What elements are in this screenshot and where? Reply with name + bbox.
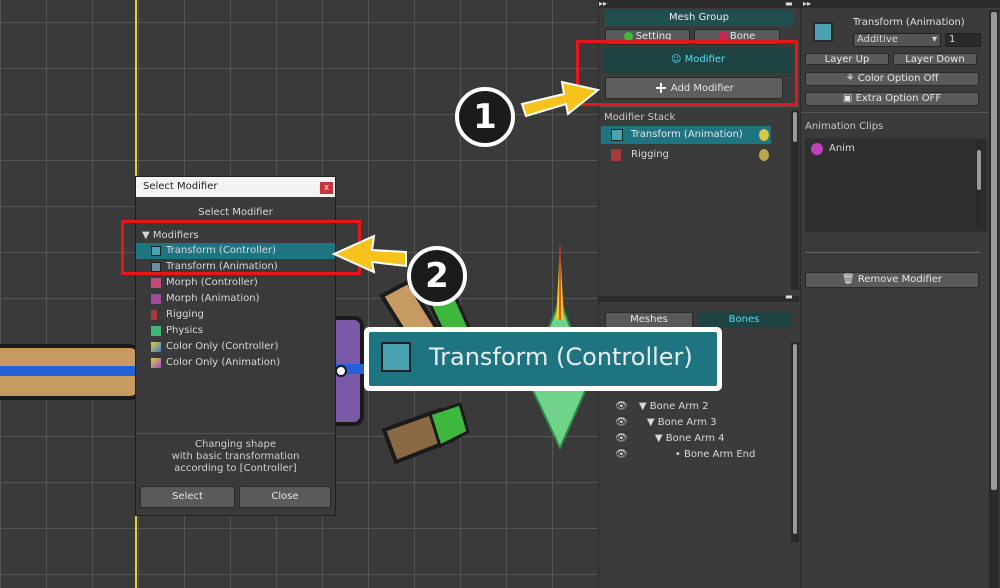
step-number-1: 1 [455, 87, 515, 147]
callout-arrows [331, 80, 601, 274]
arrow-1 [520, 80, 601, 118]
transform-icon [381, 342, 411, 372]
zoom-callout-inner: Transform (Controller) [369, 332, 717, 386]
zoom-callout: Transform (Controller) [364, 327, 722, 391]
step-number-2: 2 [407, 246, 467, 306]
arrow-2 [331, 234, 407, 274]
zoom-callout-label: Transform (Controller) [429, 343, 693, 371]
